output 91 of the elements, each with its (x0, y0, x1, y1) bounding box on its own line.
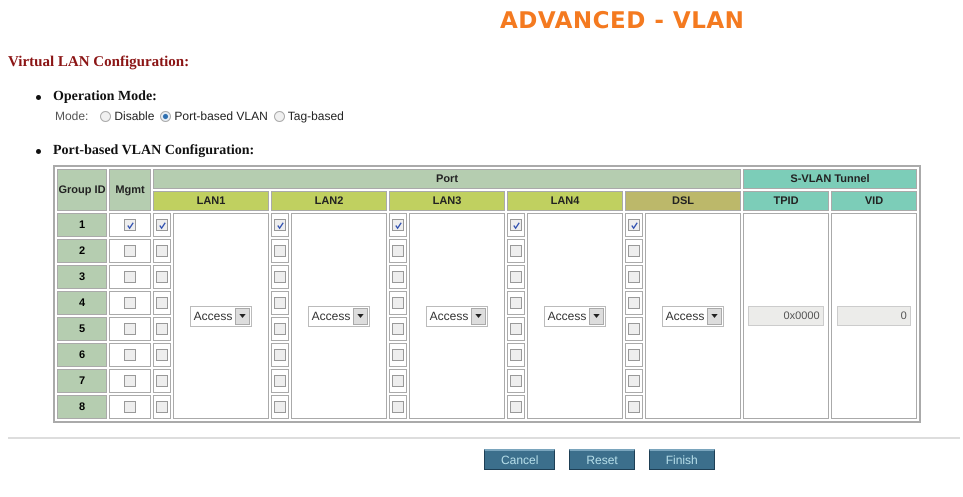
section-title: Virtual LAN Configuration: (8, 54, 190, 71)
radio-button[interactable] (100, 110, 112, 122)
checkbox[interactable] (274, 375, 286, 388)
action-button[interactable]: Cancel (484, 449, 556, 470)
checkbox[interactable] (628, 323, 640, 336)
column-header: Port (153, 169, 741, 189)
column-header: LAN2 (271, 191, 387, 211)
checkbox[interactable] (124, 323, 136, 336)
checkbox[interactable] (124, 401, 136, 414)
checkbox[interactable] (392, 401, 404, 414)
action-button[interactable]: Reset (569, 449, 635, 470)
column-header: LAN1 (153, 191, 269, 211)
checkbox[interactable] (510, 219, 522, 232)
checkbox[interactable] (628, 245, 640, 258)
checkbox[interactable] (628, 375, 640, 388)
column-header: Mgmt (109, 169, 151, 211)
column-header: VID (831, 191, 917, 211)
group-id-cell: 4 (57, 291, 107, 315)
checkbox[interactable] (628, 349, 640, 362)
checkbox[interactable] (628, 401, 640, 414)
checkbox[interactable] (124, 297, 136, 310)
checkbox[interactable] (628, 271, 640, 284)
caret-icon (357, 314, 364, 318)
checkbox[interactable] (274, 271, 286, 284)
mode-dropdown[interactable]: Access (308, 306, 370, 326)
column-header: LAN3 (389, 191, 505, 211)
column-header: S-VLAN Tunnel (743, 169, 917, 189)
checkbox[interactable] (156, 349, 168, 362)
port-config-heading: Port-based VLAN Configuration: (53, 143, 254, 159)
checkbox[interactable] (510, 245, 522, 258)
checkbox[interactable] (274, 245, 286, 258)
checkbox[interactable] (510, 349, 522, 362)
column-header: DSL (625, 191, 741, 211)
operation-mode-heading: Operation Mode: (53, 89, 157, 105)
group-id-cell: 8 (57, 395, 107, 419)
checkbox[interactable] (510, 401, 522, 414)
group-id-cell: 2 (57, 239, 107, 263)
checkbox[interactable] (392, 349, 404, 362)
column-header: Group ID (57, 169, 107, 211)
group-id-cell: 6 (57, 343, 107, 367)
checkbox[interactable] (392, 297, 404, 310)
action-button[interactable]: Finish (648, 449, 715, 470)
column-header: LAN4 (507, 191, 623, 211)
checkbox[interactable] (156, 401, 168, 414)
checkbox[interactable] (392, 271, 404, 284)
checkbox[interactable] (510, 375, 522, 388)
checkbox[interactable] (274, 297, 286, 310)
checkbox[interactable] (392, 245, 404, 258)
checkbox[interactable] (124, 245, 136, 258)
group-id-cell: 1 (57, 213, 107, 237)
checkbox[interactable] (156, 271, 168, 284)
checkbox[interactable] (274, 349, 286, 362)
checkbox[interactable] (156, 219, 168, 232)
radio-button[interactable] (160, 110, 172, 122)
checkbox[interactable] (510, 271, 522, 284)
mode-dropdown[interactable]: Access (544, 306, 606, 326)
checkbox[interactable] (124, 375, 136, 388)
mode-dropdown[interactable]: Access (662, 306, 724, 326)
checkbox[interactable] (510, 323, 522, 336)
radio-button[interactable] (274, 110, 285, 122)
checkbox[interactable] (274, 401, 286, 414)
radio-label[interactable]: Disable (114, 109, 154, 123)
checkbox[interactable] (392, 375, 404, 388)
mode-dropdown[interactable]: Access (426, 306, 488, 326)
caret-icon (239, 314, 246, 318)
page-title: ADVANCED - VLAN (500, 7, 746, 34)
checkbox[interactable] (392, 323, 404, 336)
checkbox[interactable] (628, 219, 640, 232)
checkbox[interactable] (628, 297, 640, 310)
checkbox[interactable] (156, 375, 168, 388)
checkbox[interactable] (124, 349, 136, 362)
group-id-cell: 7 (57, 369, 107, 393)
checkbox[interactable] (274, 219, 286, 232)
column-header: TPID (743, 191, 829, 211)
radio-label[interactable]: Tag-based (288, 109, 344, 123)
caret-icon (475, 314, 482, 318)
caret-icon (593, 314, 600, 318)
checkbox[interactable] (124, 219, 136, 232)
checkbox[interactable] (510, 297, 522, 310)
checkbox[interactable] (156, 297, 168, 310)
mode-dropdown[interactable]: Access (190, 306, 252, 326)
caret-icon (711, 314, 718, 318)
group-id-cell: 3 (57, 265, 107, 289)
checkbox[interactable] (392, 219, 404, 232)
checkbox[interactable] (274, 323, 286, 336)
checkbox[interactable] (124, 271, 136, 284)
group-id-cell: 5 (57, 317, 107, 341)
checkbox[interactable] (156, 323, 168, 336)
mode-label: Mode: (55, 109, 88, 123)
radio-label[interactable]: Port-based VLAN (174, 109, 268, 123)
checkbox[interactable] (156, 245, 168, 258)
